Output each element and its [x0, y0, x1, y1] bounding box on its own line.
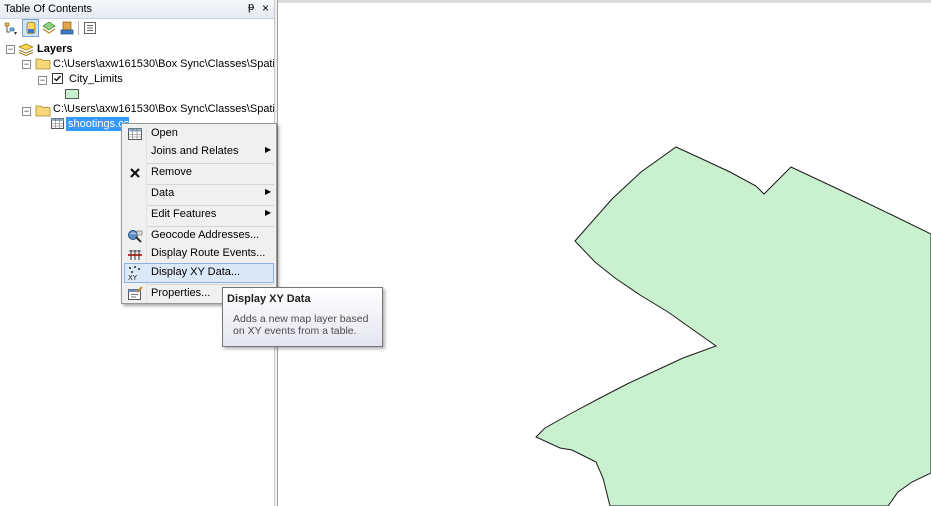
menu-item-display-xy-data[interactable]: XY Display XY Data... [124, 263, 274, 283]
table-icon [127, 126, 143, 142]
layers-icon [18, 42, 34, 56]
menu-item-label: Open [151, 127, 178, 139]
menu-item-label: Data [151, 187, 175, 199]
remove-icon [127, 165, 143, 181]
toc-toolbar: ▾ [0, 19, 274, 39]
menu-item-data[interactable]: Data ▶ [124, 184, 274, 204]
source1-path[interactable]: C:\Users\axw161530\Box Sync\Classes\Spat… [53, 58, 306, 70]
menu-item-label: Joins and Relates [151, 145, 239, 157]
menu-item-remove[interactable]: Remove [124, 163, 274, 183]
menu-item-display-route-events[interactable]: Display Route Events... [124, 244, 274, 264]
submenu-arrow-icon: ▶ [265, 187, 272, 196]
list-by-drawing-order-icon[interactable]: ▾ [3, 20, 19, 36]
folder-icon [35, 57, 51, 70]
geocode-icon [127, 228, 143, 244]
properties-icon [127, 286, 143, 302]
city-limits-polygon [535, 146, 931, 506]
options-icon[interactable] [82, 20, 98, 36]
svg-text:▾: ▾ [14, 30, 17, 36]
table-label: shootings.csv [68, 118, 129, 130]
route-events-icon [127, 246, 143, 262]
tooltip: Display XY Data Adds a new map layer bas… [222, 287, 383, 347]
map-canvas [535, 146, 931, 506]
menu-item-label: Geocode Addresses... [151, 229, 260, 241]
source2-path[interactable]: C:\Users\axw161530\Box Sync\Classes\Spat… [53, 103, 306, 115]
menu-item-label: Display Route Events... [151, 247, 266, 259]
menu-item-open[interactable]: Open [124, 124, 274, 144]
collapse-source1-toggle[interactable]: − [22, 60, 31, 69]
list-by-selection-icon[interactable] [59, 20, 75, 36]
layers-label[interactable]: Layers [37, 43, 72, 55]
context-menu: Open Joins and Relates ▶ Remove Data ▶ E… [121, 123, 277, 304]
tooltip-title: Display XY Data [227, 293, 311, 305]
visibility-checkbox[interactable] [52, 73, 63, 84]
svg-text:XY: XY [128, 274, 138, 281]
city-limits-label[interactable]: City_Limits [69, 73, 123, 85]
submenu-arrow-icon: ▶ [265, 145, 272, 154]
selected-table-item[interactable]: shootings.csv [66, 117, 129, 131]
list-by-visibility-icon[interactable] [41, 20, 57, 36]
menu-item-label: Remove [151, 166, 192, 178]
xy-data-icon: XY [127, 265, 143, 281]
menu-item-label: Properties... [151, 287, 211, 299]
collapse-layers-toggle[interactable]: − [6, 45, 15, 54]
toolbar-separator [78, 21, 79, 35]
tooltip-description: Adds a new map layer based on XY events … [233, 313, 369, 337]
table-icon [51, 118, 64, 129]
menu-item-label: Edit Features [151, 208, 217, 220]
list-by-source-icon[interactable] [22, 19, 39, 37]
folder-icon [35, 104, 51, 117]
close-icon[interactable]: × [262, 1, 269, 15]
auto-hide-pin-icon[interactable]: ᵽ [248, 1, 254, 13]
toc-title-bar: Table Of Contents ᵽ × [0, 0, 274, 19]
collapse-source2-toggle[interactable]: − [22, 107, 31, 116]
menu-item-geocode-addresses[interactable]: Geocode Addresses... [124, 226, 274, 246]
collapse-city-limits-toggle[interactable]: − [38, 76, 47, 85]
map-view[interactable] [278, 0, 931, 506]
menu-item-joins-and-relates[interactable]: Joins and Relates ▶ [124, 142, 274, 162]
submenu-arrow-icon: ▶ [265, 208, 272, 217]
menu-item-edit-features[interactable]: Edit Features ▶ [124, 205, 274, 225]
polygon-symbol-swatch[interactable] [65, 89, 79, 99]
toc-title: Table Of Contents [4, 3, 93, 15]
menu-item-label: Display XY Data... [151, 266, 241, 278]
